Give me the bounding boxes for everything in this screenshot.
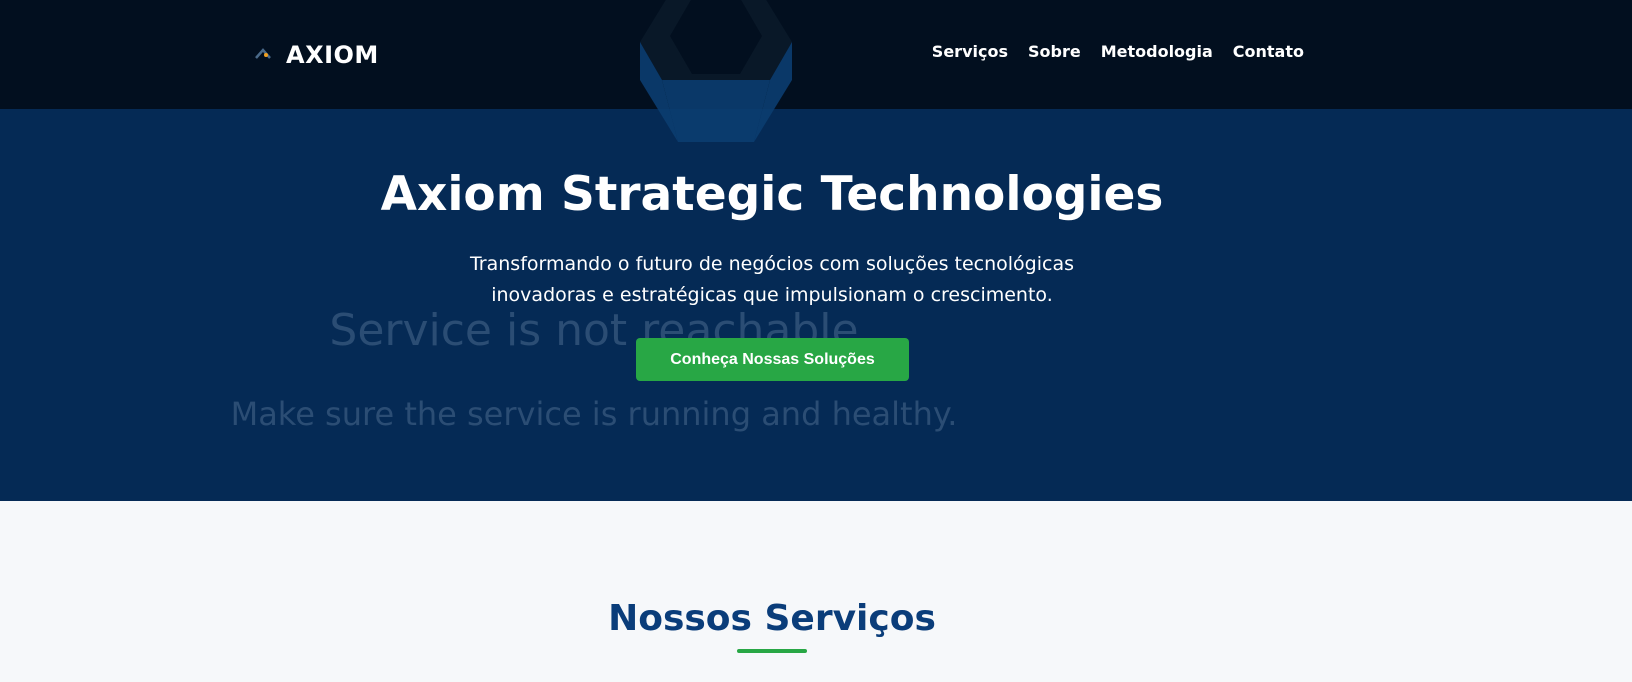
- cta-button[interactable]: Conheça Nossas Soluções: [636, 338, 909, 381]
- site-header: AXIOM Serviços Sobre Metodologia Contato: [0, 0, 1632, 109]
- logo-text: AXIOM: [286, 41, 379, 69]
- hero-subtitle-line-2: inovadoras e estratégicas que impulsiona…: [491, 284, 1053, 306]
- hero-section: Service is not reachable Make sure the s…: [0, 109, 1632, 501]
- ghost-error-subtitle: Make sure the service is running and hea…: [230, 395, 958, 433]
- hero-subtitle-line-1: Transformando o futuro de negócios com s…: [469, 253, 1074, 275]
- nav-link-servicos[interactable]: Serviços: [932, 42, 1008, 61]
- main-nav: Serviços Sobre Metodologia Contato: [932, 42, 1304, 61]
- section-title-underline: [737, 649, 807, 653]
- nav-link-sobre[interactable]: Sobre: [1028, 42, 1081, 61]
- nav-link-metodologia[interactable]: Metodologia: [1101, 42, 1213, 61]
- hero-subtitle: Transformando o futuro de negócios com s…: [0, 249, 1544, 311]
- hero-title: Axiom Strategic Technologies: [380, 167, 1164, 222]
- nav-link-contato[interactable]: Contato: [1233, 42, 1304, 61]
- logo-icon: [252, 44, 274, 66]
- services-section-title: Nossos Serviços: [608, 598, 936, 639]
- logo[interactable]: AXIOM: [252, 38, 379, 72]
